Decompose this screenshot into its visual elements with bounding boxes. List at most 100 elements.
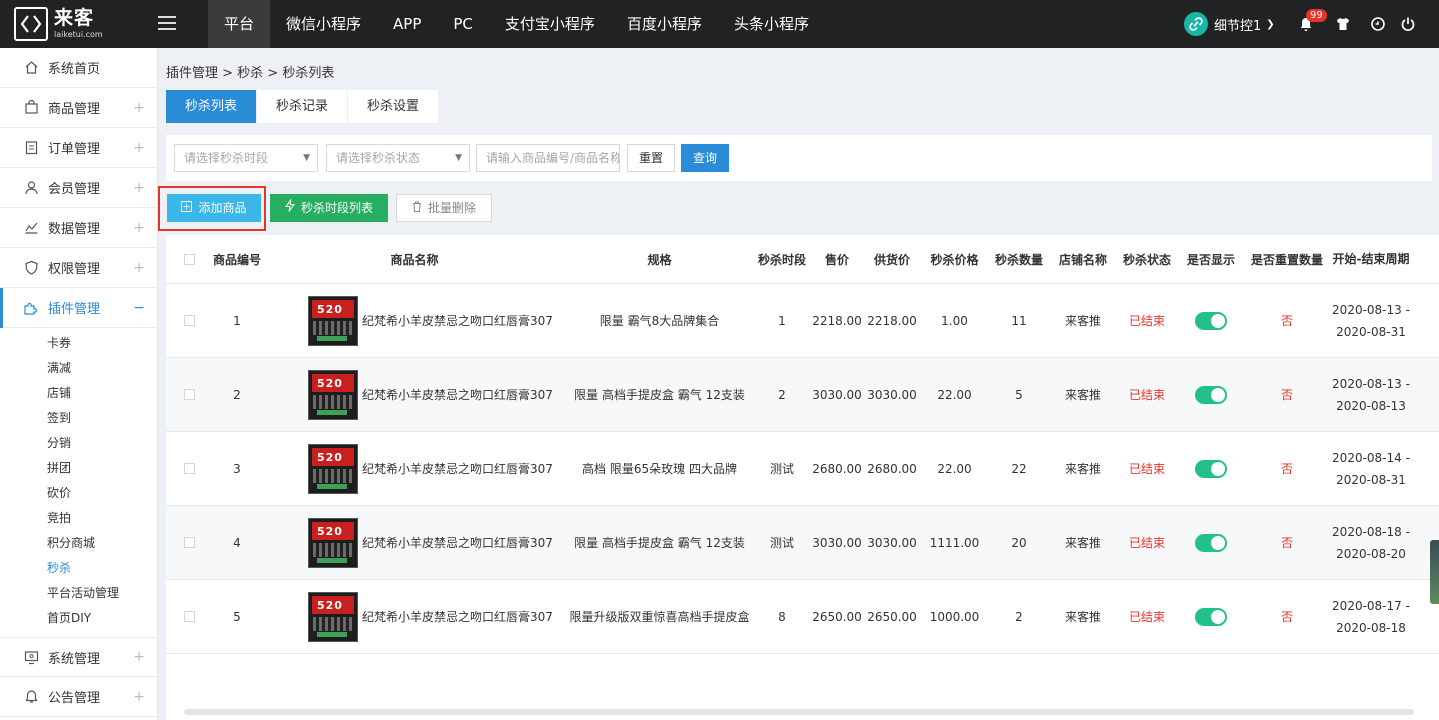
cell-supply: 2680.00 — [867, 461, 917, 476]
show-toggle[interactable] — [1195, 607, 1227, 626]
submenu-item[interactable]: 分销 — [0, 431, 157, 456]
sidebar-item-label: 会员管理 — [48, 182, 101, 197]
sidebar-item-system[interactable]: 系统管理 + — [0, 637, 157, 677]
product-thumbnail: 520 — [308, 295, 358, 346]
expand-plus-icon: + — [133, 99, 145, 116]
tab-seckill-records[interactable]: 秒杀记录 — [257, 90, 349, 123]
period-start: 2020-08-13 - — [1332, 302, 1410, 317]
cell-status: 已结束 — [1128, 314, 1165, 328]
sidebar-item-home[interactable]: 系统首页 — [0, 48, 157, 88]
refresh-icon[interactable] — [1368, 14, 1388, 34]
submenu-item[interactable]: 竞拍 — [0, 506, 157, 531]
topnav-toutiao-mini[interactable]: 头条小程序 — [718, 0, 825, 48]
expand-plus-icon: + — [133, 179, 145, 196]
submenu-item[interactable]: 首页DIY — [0, 606, 157, 631]
cell-slot: 测试 — [769, 536, 794, 550]
submenu-item[interactable]: 满减 — [0, 356, 157, 381]
user-menu[interactable]: 细节控1 ❯ — [1184, 12, 1275, 36]
tab-seckill-list[interactable]: 秒杀列表 — [166, 90, 258, 123]
status-select[interactable]: 请选择秒杀状态 ▼ — [326, 144, 470, 172]
query-button[interactable]: 查询 — [681, 144, 729, 172]
topnav-platform[interactable]: 平台 — [208, 0, 271, 48]
slot-select[interactable]: 请选择秒杀时段 ▼ — [174, 144, 318, 172]
topnav-baidu-mini[interactable]: 百度小程序 — [611, 0, 718, 48]
submenu-item[interactable]: 积分商城 — [0, 531, 157, 556]
show-toggle[interactable] — [1195, 311, 1227, 330]
sidebar-item-members[interactable]: 会员管理 + — [0, 168, 157, 208]
row-checkbox[interactable] — [183, 611, 195, 622]
sidebar-item-goods[interactable]: 商品管理 + — [0, 88, 157, 128]
keyword-input[interactable]: 请输入商品编号/商品名称 — [476, 144, 620, 172]
menu-toggle-icon[interactable] — [158, 16, 176, 30]
cell-status: 已结束 — [1128, 462, 1165, 476]
logo-domain: laiketui.com — [54, 30, 103, 39]
submenu-item[interactable]: 砍价 — [0, 481, 157, 506]
goods-name-text: 纪梵希小羊皮禁忌之吻口红唇膏307 — [362, 314, 553, 328]
cell-seckill-qty: 20 — [1011, 535, 1027, 550]
table-row: 2 520 纪梵希小羊皮禁忌之吻口红唇膏307 限量 高档手提皮盒 霸气 12支装 2 3… — [166, 358, 1439, 432]
dropdown-arrow-icon: ▼ — [455, 153, 462, 163]
batch-delete-button[interactable]: 批量删除 — [396, 194, 492, 222]
table-row: 3 520 纪梵希小羊皮禁忌之吻口红唇膏307 高档 限量65朵玫瑰 四大品牌 测试 26… — [166, 432, 1439, 506]
cell-period: 2020-08-14 - 2020-08-31 — [1331, 447, 1411, 491]
submenu-item[interactable]: 平台活动管理 — [0, 581, 157, 606]
cell-reset: 否 — [1280, 388, 1293, 402]
row-checkbox[interactable] — [183, 389, 195, 400]
cell-slot: 1 — [778, 313, 786, 328]
show-toggle[interactable] — [1195, 459, 1227, 478]
cell-price: 2680.00 — [812, 461, 862, 476]
topnav-alipay-mini[interactable]: 支付宝小程序 — [489, 0, 611, 48]
submenu-item[interactable]: 卡券 — [0, 331, 157, 356]
cell-period: 2020-08-13 - 2020-08-13 — [1331, 373, 1411, 417]
header-show: 是否显示 — [1186, 252, 1235, 267]
cell-goods-no: 4 — [233, 535, 241, 550]
lightning-icon — [285, 194, 295, 222]
cell-slot: 2 — [778, 387, 786, 402]
shirt-icon[interactable] — [1333, 14, 1353, 34]
sidebar-item-orders[interactable]: 订单管理 + — [0, 128, 157, 168]
row-checkbox[interactable] — [183, 463, 195, 474]
cell-period: 2020-08-17 - 2020-08-18 — [1331, 595, 1411, 639]
cell-goods-name: 520 纪梵希小羊皮禁忌之吻口红唇膏307 — [262, 369, 567, 420]
sidebar-item-announcements[interactable]: 公告管理 + — [0, 677, 157, 717]
row-checkbox[interactable] — [183, 537, 195, 548]
period-start: 2020-08-17 - — [1332, 598, 1410, 613]
cell-seckill-qty: 2 — [1015, 609, 1023, 624]
slot-list-button[interactable]: 秒杀时段列表 — [270, 194, 388, 222]
logo[interactable]: 来客 laiketui.com — [14, 7, 144, 41]
show-toggle[interactable] — [1195, 385, 1227, 404]
reset-button[interactable]: 重置 — [627, 144, 675, 172]
cell-seckill-price: 22.00 — [937, 461, 972, 476]
slot-select-placeholder: 请选择秒杀时段 — [184, 151, 269, 165]
add-goods-button[interactable]: 添加商品 — [167, 194, 261, 222]
header-price: 售价 — [824, 252, 849, 267]
horizontal-scrollbar[interactable] — [184, 709, 1414, 715]
cell-price: 2218.00 — [812, 313, 862, 328]
sidebar-item-data[interactable]: 数据管理 + — [0, 208, 157, 248]
submenu-item-seckill[interactable]: 秒杀 — [0, 556, 157, 581]
cell-seckill-price: 22.00 — [937, 387, 972, 402]
tab-seckill-settings[interactable]: 秒杀设置 — [348, 90, 440, 123]
cell-shop: 来客推 — [1064, 388, 1101, 402]
topnav-app[interactable]: APP — [377, 0, 437, 48]
power-icon[interactable] — [1398, 14, 1418, 34]
show-toggle[interactable] — [1195, 533, 1227, 552]
topnav-pc[interactable]: PC — [437, 0, 489, 48]
header-reset: 是否重置数量 — [1250, 252, 1323, 267]
shield-icon — [22, 259, 40, 277]
cell-price: 2650.00 — [812, 609, 862, 624]
monitor-icon — [22, 648, 40, 666]
expand-plus-icon: + — [133, 139, 145, 156]
submenu-item[interactable]: 店铺 — [0, 381, 157, 406]
select-all-checkbox[interactable] — [183, 253, 195, 265]
side-widget[interactable] — [1430, 540, 1439, 604]
submenu-item[interactable]: 签到 — [0, 406, 157, 431]
sidebar-item-plugins[interactable]: 插件管理 − — [0, 288, 157, 328]
submenu-item[interactable]: 拼团 — [0, 456, 157, 481]
row-checkbox[interactable] — [183, 315, 195, 326]
sidebar: 系统首页 商品管理 + 订单管理 + 会员管理 + 数据管理 + 权限管理 + … — [0, 48, 158, 720]
sidebar-item-permissions[interactable]: 权限管理 + — [0, 248, 157, 288]
notification-badge: 99 — [1306, 9, 1327, 22]
table-row: 5 520 纪梵希小羊皮禁忌之吻口红唇膏307 限量升级版双重惊喜高档手提皮盒 8 265… — [166, 580, 1439, 654]
topnav-wechat-mini[interactable]: 微信小程序 — [270, 0, 377, 48]
